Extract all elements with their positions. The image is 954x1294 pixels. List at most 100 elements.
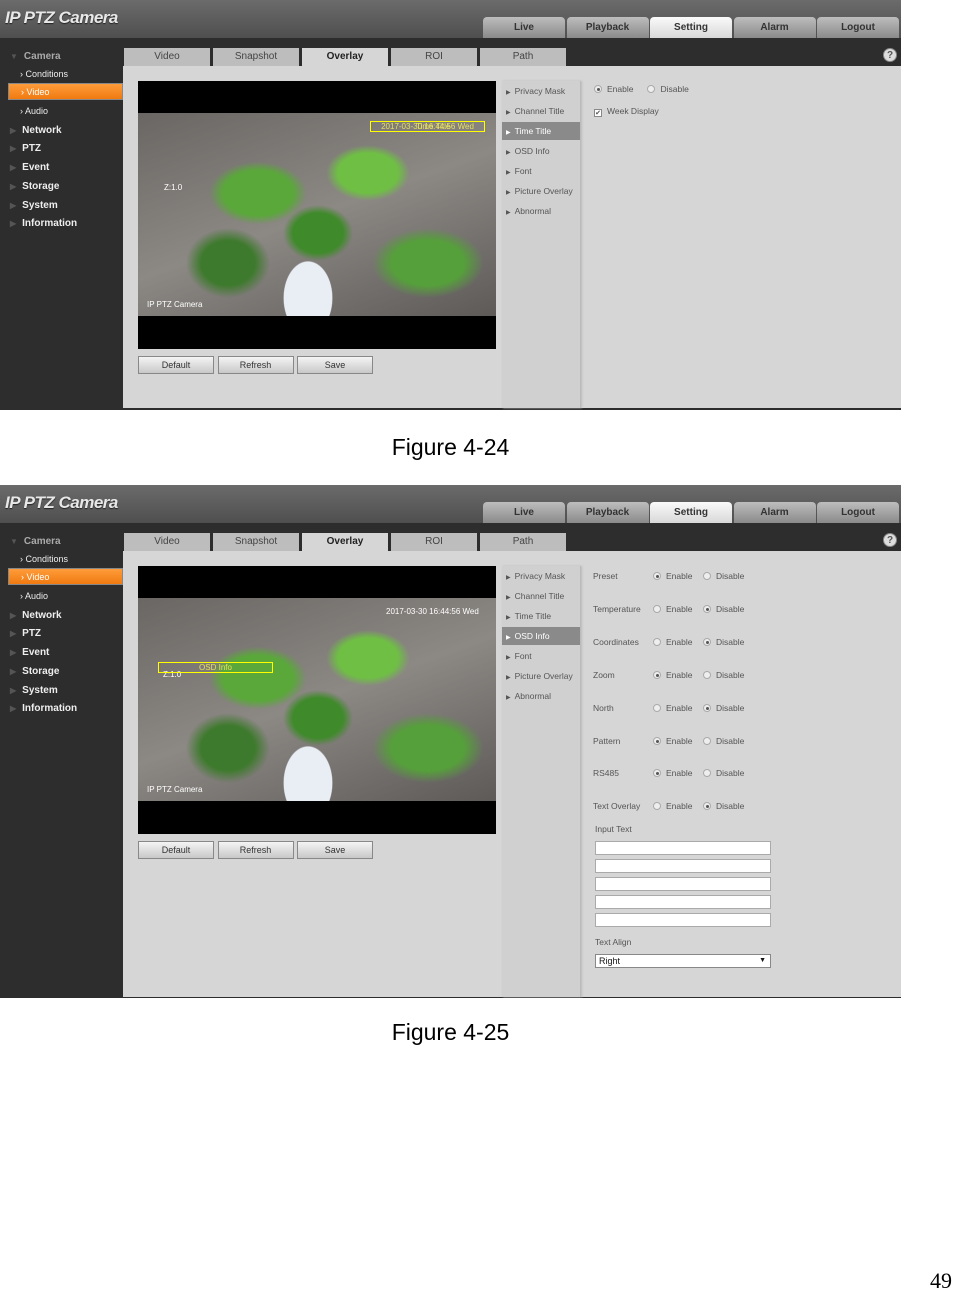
menu-item-picture-overlay[interactable]: ▶ Picture Overlay — [502, 182, 580, 200]
disable-radio[interactable]: Disable — [703, 801, 753, 811]
nav-tab-setting[interactable]: Setting — [650, 17, 732, 38]
disable-radio[interactable]: Disable — [703, 637, 753, 647]
tab-overlay[interactable]: Overlay — [302, 48, 388, 66]
menu-item-osd-info[interactable]: ▶ OSD Info — [502, 142, 580, 160]
menu-item-privacy-mask[interactable]: ▶ Privacy Mask — [502, 82, 580, 100]
menu-item-channel-title[interactable]: ▶ Channel Title — [502, 587, 580, 605]
channel-title-overlay-text: IP PTZ Camera — [147, 300, 203, 309]
menu-item-osd-info[interactable]: ▶ OSD Info — [502, 627, 580, 645]
help-icon[interactable]: ? — [883, 48, 897, 62]
tab-roi[interactable]: ROI — [391, 48, 477, 66]
radio-icon[interactable] — [647, 85, 656, 93]
sidebar-item-information[interactable]: ▶ Information — [10, 218, 77, 229]
input-text-field[interactable] — [595, 877, 771, 891]
disable-radio[interactable]: Disable — [703, 768, 753, 778]
sidebar-item-system[interactable]: ▶ System — [10, 685, 58, 696]
nav-tab-setting[interactable]: Setting — [650, 502, 732, 523]
enable-radio[interactable]: Enable — [653, 604, 703, 614]
sidebar-item-video[interactable]: › Video — [8, 568, 123, 585]
tab-snapshot[interactable]: Snapshot — [213, 48, 299, 66]
tab-video[interactable]: Video — [124, 48, 210, 66]
week-display-label: Week Display — [607, 106, 659, 116]
nav-tab-playback[interactable]: Playback — [566, 502, 649, 523]
sidebar-item-audio[interactable]: › Audio — [20, 106, 48, 116]
sidebar-item-event[interactable]: ▶ Event — [10, 162, 49, 173]
tab-path[interactable]: Path — [480, 48, 566, 66]
sidebar-item-information[interactable]: ▶ Information — [10, 703, 77, 714]
save-button[interactable]: Save — [297, 841, 373, 859]
enable-radio[interactable]: Enable — [653, 768, 703, 778]
refresh-button[interactable]: Refresh — [217, 841, 294, 859]
disable-radio[interactable]: Disable — [703, 571, 753, 581]
nav-tab-logout[interactable]: Logout — [817, 17, 899, 38]
sidebar-item-network[interactable]: ▶ Network — [10, 125, 62, 136]
refresh-button[interactable]: Refresh — [217, 356, 294, 374]
text-align-select[interactable]: Right ▼ — [595, 954, 771, 968]
osd-row-label: Preset — [593, 571, 618, 581]
enable-radio[interactable]: Enable — [653, 571, 703, 581]
sidebar-item-camera[interactable]: ▼ Camera — [10, 536, 61, 547]
enable-label: Enable — [666, 636, 693, 647]
input-text-field[interactable] — [595, 913, 771, 927]
sidebar-item-system[interactable]: ▶ System — [10, 200, 58, 211]
default-button[interactable]: Default — [138, 841, 214, 859]
week-display-checkbox[interactable]: ✔ Week Display — [594, 106, 659, 117]
sidebar-item-storage[interactable]: ▶ Storage — [10, 666, 59, 677]
osd-row-temperature: Temperature Enable Disable — [593, 604, 753, 614]
menu-item-font[interactable]: ▶ Font — [502, 647, 580, 665]
disable-radio[interactable]: Disable — [703, 736, 753, 746]
enable-radio[interactable]: Enable — [653, 736, 703, 746]
enable-label: Enable — [666, 801, 693, 812]
enable-radio[interactable]: Enable — [594, 84, 633, 94]
sidebar-item-label: Video — [26, 87, 50, 97]
tab-video[interactable]: Video — [124, 533, 210, 551]
disable-radio[interactable]: Disable — [703, 604, 753, 614]
disable-radio[interactable]: Disable — [703, 670, 753, 680]
tab-overlay[interactable]: Overlay — [302, 533, 388, 551]
menu-item-time-title[interactable]: ▶ Time Title — [502, 607, 580, 625]
nav-tab-alarm[interactable]: Alarm — [733, 17, 816, 38]
disable-radio[interactable]: Disable — [647, 84, 689, 94]
sidebar-item-conditions[interactable]: › Conditions — [20, 69, 68, 79]
tab-roi[interactable]: ROI — [391, 533, 477, 551]
sidebar-item-label: Video — [26, 572, 50, 582]
enable-radio[interactable]: Enable — [653, 703, 703, 713]
menu-item-privacy-mask[interactable]: ▶ Privacy Mask — [502, 567, 580, 585]
enable-radio[interactable]: Enable — [653, 637, 703, 647]
enable-radio[interactable]: Enable — [653, 670, 703, 680]
nav-tab-logout[interactable]: Logout — [817, 502, 899, 523]
nav-tab-playback[interactable]: Playback — [566, 17, 649, 38]
menu-item-picture-overlay[interactable]: ▶ Picture Overlay — [502, 667, 580, 685]
time-title-overlay-box[interactable]: 2017-03-30 16:44:56 Wed Time Title — [370, 121, 485, 132]
default-button[interactable]: Default — [138, 356, 214, 374]
sidebar-item-storage[interactable]: ▶ Storage — [10, 181, 59, 192]
tab-path[interactable]: Path — [480, 533, 566, 551]
disable-radio[interactable]: Disable — [703, 703, 753, 713]
osd-info-overlay-box[interactable]: OSD Info — [158, 662, 273, 673]
sidebar-item-event[interactable]: ▶ Event — [10, 647, 49, 658]
sidebar-item-video[interactable]: › Video — [8, 83, 123, 100]
tab-snapshot[interactable]: Snapshot — [213, 533, 299, 551]
help-icon[interactable]: ? — [883, 533, 897, 547]
nav-tab-alarm[interactable]: Alarm — [733, 502, 816, 523]
nav-tab-live[interactable]: Live — [483, 502, 565, 523]
menu-item-font[interactable]: ▶ Font — [502, 162, 580, 180]
nav-tab-live[interactable]: Live — [483, 17, 565, 38]
input-text-field[interactable] — [595, 895, 771, 909]
sidebar-item-ptz[interactable]: ▶ PTZ — [10, 143, 41, 154]
radio-icon[interactable] — [594, 85, 602, 93]
enable-radio[interactable]: Enable — [653, 801, 703, 811]
input-text-field[interactable] — [595, 841, 771, 855]
sidebar-item-audio[interactable]: › Audio — [20, 591, 48, 601]
sidebar-item-network[interactable]: ▶ Network — [10, 610, 62, 621]
save-button[interactable]: Save — [297, 356, 373, 374]
triangle-right-icon: ▶ — [10, 686, 17, 695]
menu-item-channel-title[interactable]: ▶ Channel Title — [502, 102, 580, 120]
sidebar-item-camera[interactable]: ▼ Camera — [10, 51, 61, 62]
sidebar-item-conditions[interactable]: › Conditions — [20, 554, 68, 564]
input-text-field[interactable] — [595, 859, 771, 873]
menu-item-abnormal[interactable]: ▶ Abnormal — [502, 202, 580, 220]
menu-item-time-title[interactable]: ▶ Time Title — [502, 122, 580, 140]
menu-item-abnormal[interactable]: ▶ Abnormal — [502, 687, 580, 705]
sidebar-item-ptz[interactable]: ▶ PTZ — [10, 628, 41, 639]
